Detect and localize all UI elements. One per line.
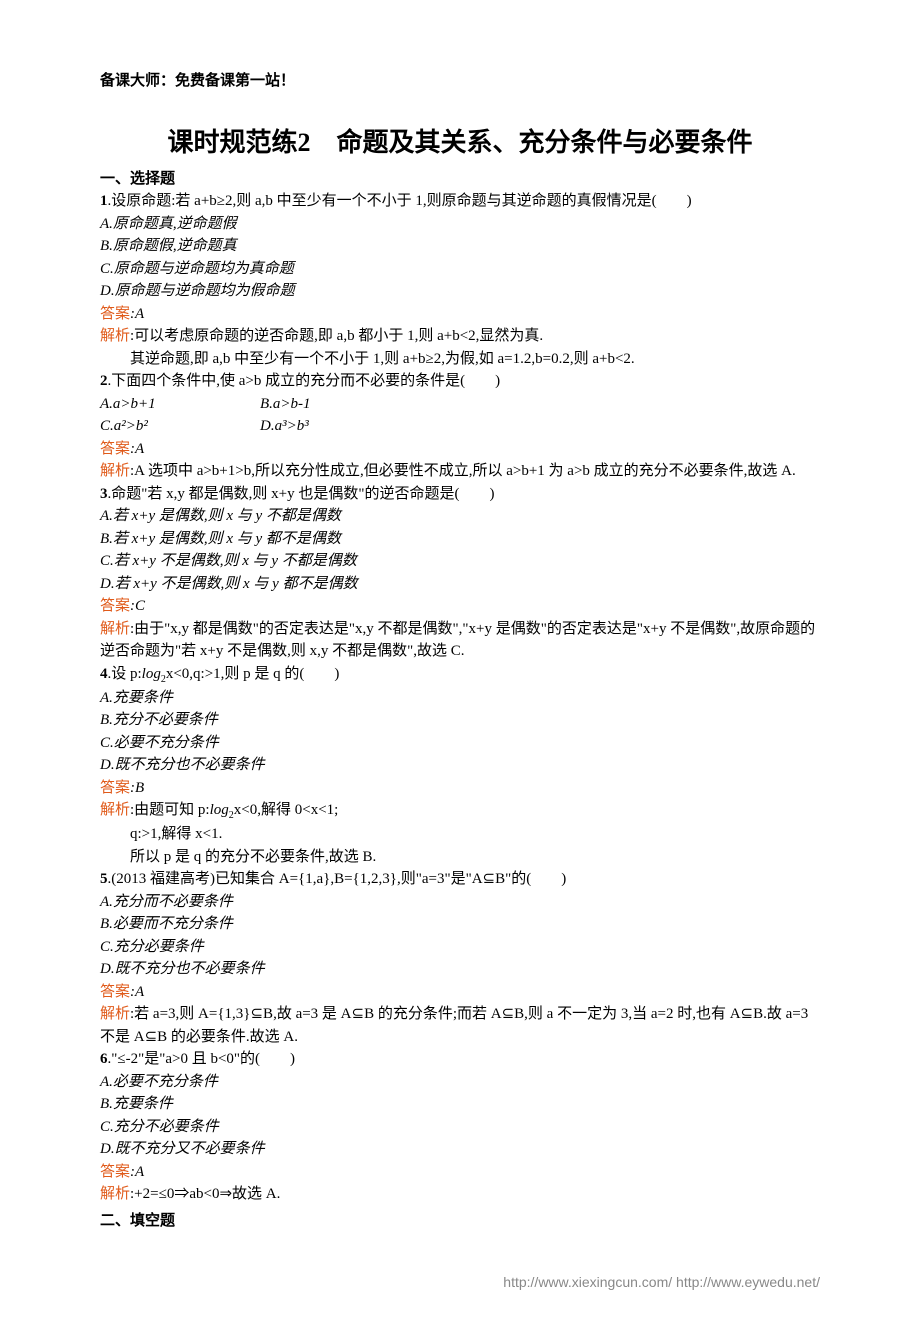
q2-opt-b: B.a>b-1	[260, 393, 311, 416]
answer-label: 答案	[100, 598, 130, 614]
q3-num: 3	[100, 486, 108, 502]
q4-num: 4	[100, 666, 108, 682]
answer-label: 答案	[100, 1164, 130, 1180]
q4-opt-b: B.充分不必要条件	[100, 709, 820, 732]
q3-opt-d: D.若 x+y 不是偶数,则 x 与 y 都不是偶数	[100, 573, 820, 596]
q5-exp-text: :若 a=3,则 A={1,3}⊆B,故 a=3 是 A⊆B 的充分条件;而若 …	[100, 1006, 808, 1045]
answer-label: 答案	[100, 306, 130, 322]
q2-num: 2	[100, 373, 108, 389]
q1-opt-d: D.原命题与逆命题均为假命题	[100, 280, 820, 303]
q6-answer-value: :A	[130, 1164, 144, 1180]
q5-explanation: 解析:若 a=3,则 A={1,3}⊆B,故 a=3 是 A⊆B 的充分条件;而…	[100, 1003, 820, 1048]
q2-exp-text: :A 选项中 a>b+1>b,所以充分性成立,但必要性不成立,所以 a>b+1 …	[130, 463, 796, 479]
q4-explanation-1: 解析:由题可知 p:log2x<0,解得 0<x<1;	[100, 799, 820, 823]
q3-opt-b: B.若 x+y 是偶数,则 x 与 y 都不是偶数	[100, 528, 820, 551]
q6-opt-b: B.充要条件	[100, 1093, 820, 1116]
section-1-heading: 一、选择题	[100, 168, 820, 191]
q6-explanation: 解析:+2=≤0⇒ab<0⇒故选 A.	[100, 1183, 820, 1206]
page-footer: http://www.xiexingcun.com/ http://www.ey…	[100, 1272, 820, 1293]
page-header: 备课大师：免费备课第一站！	[100, 70, 820, 93]
q4-exp1a: :由题可知 p:	[130, 802, 210, 818]
q4-stem-a: .设 p:	[108, 666, 142, 682]
q6-exp-text: :+2=≤0⇒ab<0⇒故选 A.	[130, 1186, 280, 1202]
q1-answer: 答案:A	[100, 303, 820, 326]
q1-stem-text: .设原命题:若 a+b≥2,则 a,b 中至少有一个不小于 1,则原命题与其逆命…	[108, 193, 692, 209]
q3-stem-text: .命题"若 x,y 都是偶数,则 x+y 也是偶数"的逆否命题是( )	[108, 486, 495, 502]
q3-answer-value: :C	[130, 598, 145, 614]
q4-explanation-2: q:>1,解得 x<1.	[100, 823, 820, 846]
q6-opt-d: D.既不充分又不必要条件	[100, 1138, 820, 1161]
answer-label: 答案	[100, 780, 130, 796]
explain-label: 解析	[100, 802, 130, 818]
q2-answer-value: :A	[130, 441, 144, 457]
q1-explanation-1: 解析:可以考虑原命题的逆否命题,即 a,b 都小于 1,则 a+b<2,显然为真…	[100, 325, 820, 348]
q3-opt-c: C.若 x+y 不是偶数,则 x 与 y 不都是偶数	[100, 550, 820, 573]
q4-explanation-3: 所以 p 是 q 的充分不必要条件,故选 B.	[100, 846, 820, 869]
q4-answer: 答案:B	[100, 777, 820, 800]
q4-answer-value: :B	[130, 780, 144, 796]
q5-num: 5	[100, 871, 108, 887]
q2-stem-text: .下面四个条件中,使 a>b 成立的充分而不必要的条件是( )	[108, 373, 501, 389]
q2-opt-c: C.a²>b²	[100, 415, 260, 438]
q5-opt-a: A.充分而不必要条件	[100, 891, 820, 914]
q3-explanation: 解析:由于"x,y 都是偶数"的否定表达是"x,y 不都是偶数","x+y 是偶…	[100, 618, 820, 663]
log-text: log	[210, 802, 229, 818]
q2-opt-a: A.a>b+1	[100, 393, 260, 416]
q2-opt-d: D.a³>b³	[260, 415, 309, 438]
q5-opt-b: B.必要而不充分条件	[100, 913, 820, 936]
q2-stem: 2.下面四个条件中,使 a>b 成立的充分而不必要的条件是( )	[100, 370, 820, 393]
q1-explanation-2: 其逆命题,即 a,b 中至少有一个不小于 1,则 a+b≥2,为假,如 a=1.…	[100, 348, 820, 371]
q1-exp1-text: :可以考虑原命题的逆否命题,即 a,b 都小于 1,则 a+b<2,显然为真.	[130, 328, 543, 344]
q5-opt-d: D.既不充分也不必要条件	[100, 958, 820, 981]
q5-answer: 答案:A	[100, 981, 820, 1004]
q6-opt-c: C.充分不必要条件	[100, 1116, 820, 1139]
q1-num: 1	[100, 193, 108, 209]
q5-stem-text: .(2013 福建高考)已知集合 A={1,a},B={1,2,3},则"a=3…	[108, 871, 567, 887]
log-text: log	[142, 666, 161, 682]
q5-opt-c: C.充分必要条件	[100, 936, 820, 959]
q6-stem: 6."≤-2"是"a>0 且 b<0"的( )	[100, 1048, 820, 1071]
q2-answer: 答案:A	[100, 438, 820, 461]
section-2-heading: 二、填空题	[100, 1210, 820, 1233]
q2-opts-row1: A.a>b+1B.a>b-1	[100, 393, 820, 416]
answer-label: 答案	[100, 441, 130, 457]
explain-label: 解析	[100, 463, 130, 479]
q4-opt-a: A.充要条件	[100, 687, 820, 710]
explain-label: 解析	[100, 1006, 130, 1022]
q6-stem-text: ."≤-2"是"a>0 且 b<0"的( )	[108, 1051, 296, 1067]
q3-answer: 答案:C	[100, 595, 820, 618]
q3-stem: 3.命题"若 x,y 都是偶数,则 x+y 也是偶数"的逆否命题是( )	[100, 483, 820, 506]
q5-stem: 5.(2013 福建高考)已知集合 A={1,a},B={1,2,3},则"a=…	[100, 868, 820, 891]
page-title: 课时规范练2 命题及其关系、充分条件与必要条件	[100, 123, 820, 162]
q4-stem: 4.设 p:log2x<0,q:>1,则 p 是 q 的( )	[100, 663, 820, 687]
q1-answer-value: :A	[130, 306, 144, 322]
q5-answer-value: :A	[130, 984, 144, 1000]
q4-opt-c: C.必要不充分条件	[100, 732, 820, 755]
q6-opt-a: A.必要不充分条件	[100, 1071, 820, 1094]
q1-opt-a: A.原命题真,逆命题假	[100, 213, 820, 236]
q1-opt-c: C.原命题与逆命题均为真命题	[100, 258, 820, 281]
explain-label: 解析	[100, 328, 130, 344]
explain-label: 解析	[100, 621, 130, 637]
answer-label: 答案	[100, 984, 130, 1000]
q3-exp-text: :由于"x,y 都是偶数"的否定表达是"x,y 不都是偶数","x+y 是偶数"…	[100, 621, 815, 660]
q4-stem-b: x<0,q:>1,则 p 是 q 的( )	[166, 666, 340, 682]
q6-answer: 答案:A	[100, 1161, 820, 1184]
q4-exp1b: x<0,解得 0<x<1;	[234, 802, 339, 818]
q6-num: 6	[100, 1051, 108, 1067]
q4-opt-d: D.既不充分也不必要条件	[100, 754, 820, 777]
q2-explanation: 解析:A 选项中 a>b+1>b,所以充分性成立,但必要性不成立,所以 a>b+…	[100, 460, 820, 483]
q1-stem: 1.设原命题:若 a+b≥2,则 a,b 中至少有一个不小于 1,则原命题与其逆…	[100, 190, 820, 213]
q1-opt-b: B.原命题假,逆命题真	[100, 235, 820, 258]
explain-label: 解析	[100, 1186, 130, 1202]
q2-opts-row2: C.a²>b²D.a³>b³	[100, 415, 820, 438]
q3-opt-a: A.若 x+y 是偶数,则 x 与 y 不都是偶数	[100, 505, 820, 528]
